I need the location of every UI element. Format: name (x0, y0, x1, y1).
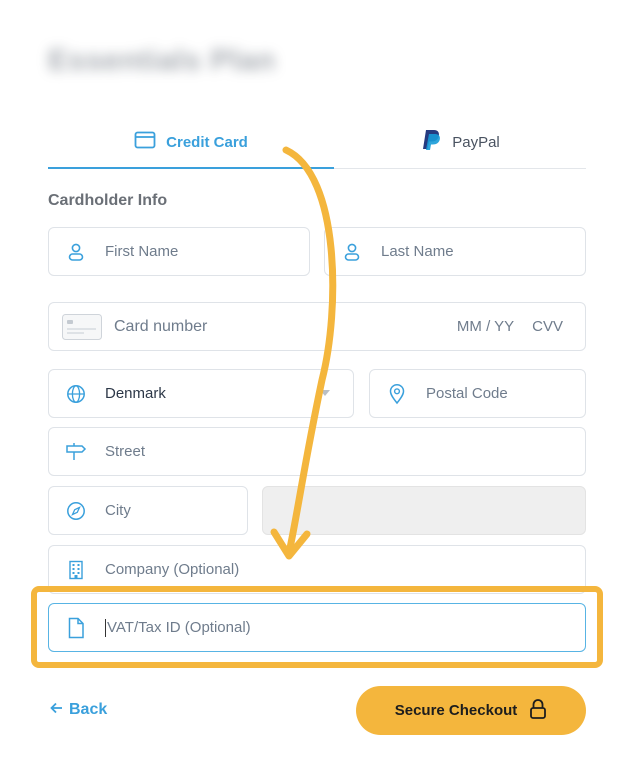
last-name-field[interactable]: Last Name (324, 227, 586, 276)
chevron-down-icon (320, 390, 330, 396)
street-field[interactable]: Street (48, 427, 586, 476)
signpost-icon (65, 441, 87, 463)
tab-paypal-label: PayPal (452, 133, 500, 151)
paypal-logo-icon (420, 128, 442, 156)
city-placeholder: City (105, 502, 131, 519)
city-field[interactable]: City (48, 486, 248, 535)
country-value: Denmark (105, 385, 166, 402)
card-number-placeholder: Card number (114, 317, 208, 335)
postal-code-placeholder: Postal Code (426, 385, 508, 402)
last-name-placeholder: Last Name (381, 243, 454, 260)
first-name-field[interactable]: First Name (48, 227, 310, 276)
postal-code-field[interactable]: Postal Code (369, 369, 586, 418)
cardholder-info-heading: Cardholder Info (48, 192, 168, 209)
street-placeholder: Street (105, 443, 146, 460)
expiry-input[interactable]: MM / YY (457, 318, 514, 335)
secure-checkout-button[interactable]: Secure Checkout (356, 686, 586, 735)
country-select[interactable]: Denmark (48, 369, 354, 418)
plan-title: Essentials Plan (48, 44, 276, 77)
tab-paypal[interactable]: PayPal (334, 116, 586, 168)
cvv-input[interactable]: CVV (532, 318, 563, 335)
region-field-disabled (262, 486, 586, 535)
globe-icon (65, 383, 87, 405)
card-icon (62, 313, 102, 340)
first-name-placeholder: First Name (105, 243, 179, 260)
arrow-left-icon (50, 701, 63, 719)
tab-credit-card-label: Credit Card (166, 133, 248, 151)
secure-checkout-label: Secure Checkout (394, 702, 518, 719)
highlight-box (31, 586, 603, 668)
back-button[interactable]: Back (50, 701, 107, 719)
user-icon (341, 241, 363, 263)
user-icon (65, 241, 87, 263)
active-tab-underline (48, 167, 334, 169)
credit-card-icon (134, 131, 156, 153)
location-pin-icon (386, 383, 408, 405)
lock-icon (529, 698, 547, 724)
building-icon (65, 559, 87, 581)
back-label: Back (69, 701, 108, 718)
card-expiry-cvv-group: MM / YY CVV (457, 318, 563, 335)
tab-credit-card[interactable]: Credit Card (48, 116, 334, 169)
company-placeholder: Company (Optional) (105, 561, 240, 578)
payment-method-tabs: Credit Card PayPal (48, 116, 586, 169)
compass-icon (65, 500, 87, 522)
card-number-field[interactable]: Card number MM / YY CVV (48, 302, 586, 351)
